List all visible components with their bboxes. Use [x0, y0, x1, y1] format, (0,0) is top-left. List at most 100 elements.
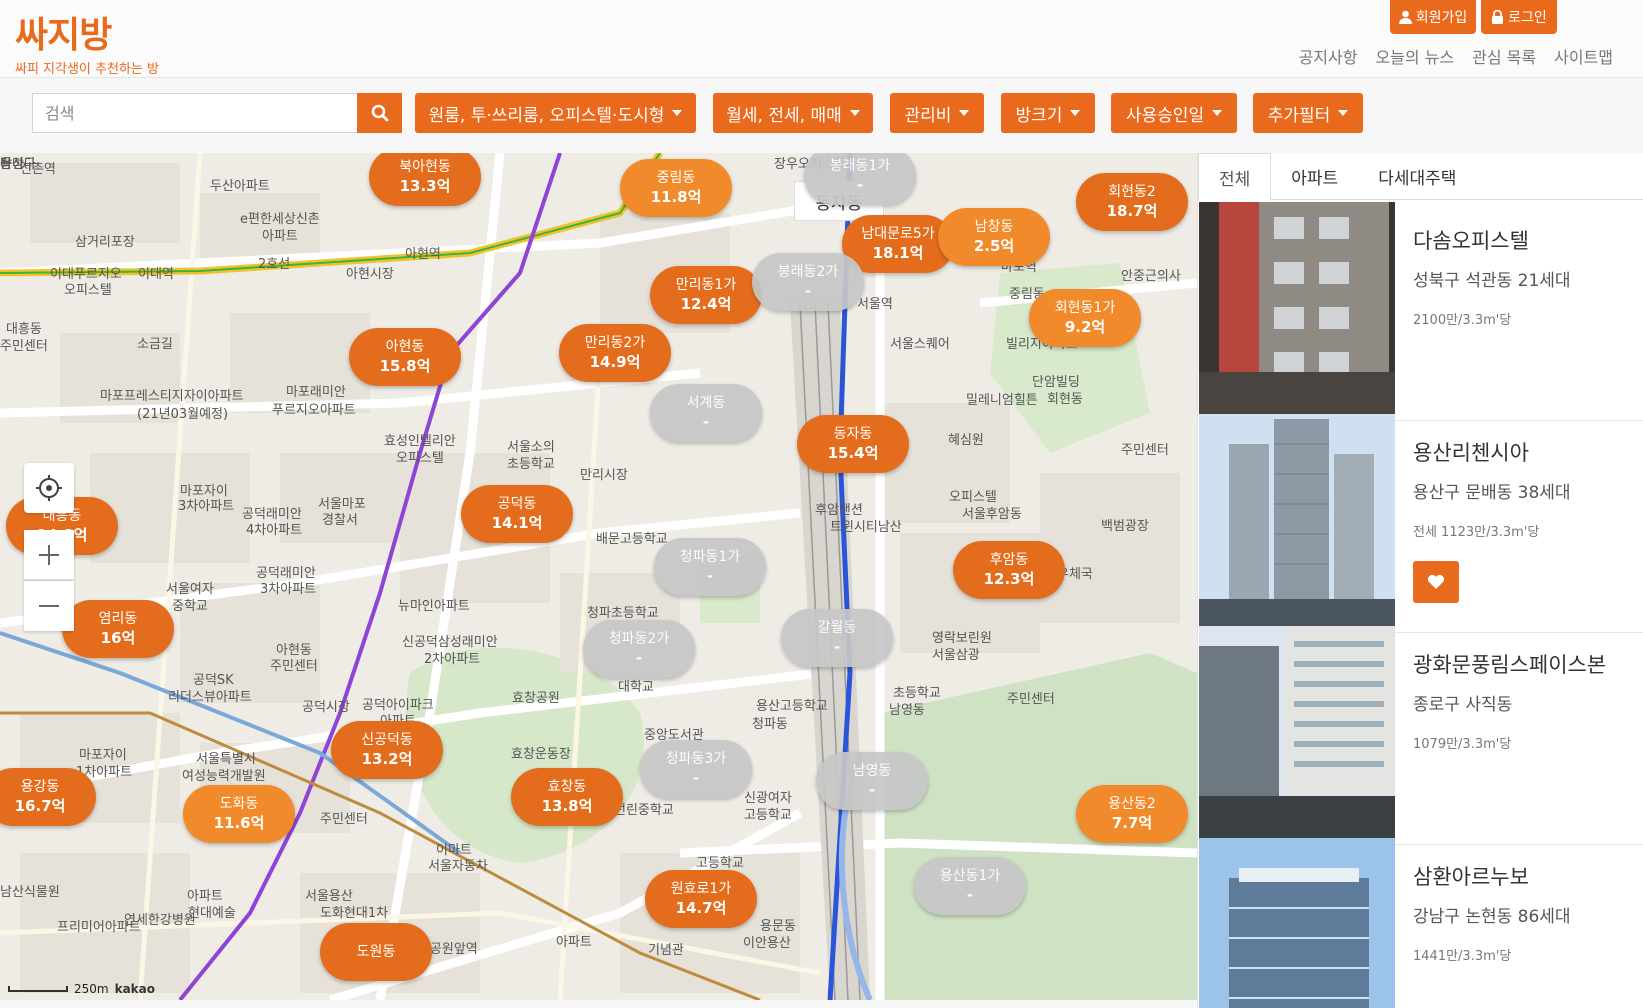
price-marker[interactable]: 중림동 11.8억: [620, 159, 732, 217]
price-marker[interactable]: 봉래동2가 -: [752, 253, 864, 311]
marker-district: 동자동: [833, 426, 873, 442]
map-place-label: 혜심원: [948, 433, 984, 448]
marker-district: 봉래동2가: [777, 264, 839, 280]
price-marker[interactable]: 만리동2가 14.9억: [559, 324, 671, 382]
price-marker[interactable]: 공덕동 14.1억: [461, 485, 573, 543]
search-icon: [371, 104, 388, 122]
locate-icon: [36, 475, 62, 501]
price-marker[interactable]: 신공덕동 13.2억: [331, 721, 443, 779]
price-marker[interactable]: 만리동1가 12.4억: [650, 266, 762, 324]
price-marker[interactable]: 원효로1가 14.7억: [645, 870, 757, 928]
map-place-label: 여성능력개발원: [182, 769, 266, 784]
price-marker[interactable]: 용강동 16.7억: [0, 768, 96, 826]
login-button[interactable]: 로그인: [1481, 0, 1557, 34]
listing-price: 1079만/3.3m'당: [1413, 737, 1512, 752]
price-marker[interactable]: 북아현동 13.3억: [369, 153, 481, 206]
map-place-label: 3차아파트: [260, 582, 317, 597]
price-marker[interactable]: 청파동1가 -: [654, 538, 766, 596]
price-marker[interactable]: 회현동1가 9.2억: [1029, 289, 1141, 347]
price-marker[interactable]: 용산동2 7.7억: [1076, 785, 1188, 843]
price-marker[interactable]: 효창동 13.8억: [511, 768, 623, 826]
price-marker[interactable]: 갈월동 -: [781, 609, 893, 667]
marker-district: 북아현동: [399, 159, 451, 175]
map-place-label: 주민센터: [320, 812, 368, 827]
map-place-label: 오피스텔: [64, 283, 112, 298]
price-marker[interactable]: 염리동 16억: [62, 600, 174, 658]
approval-date-dropdown[interactable]: 사용승인일: [1111, 93, 1237, 133]
zoom-in-button[interactable]: [24, 530, 74, 580]
favorite-button[interactable]: [1413, 561, 1459, 603]
map-place-label: 아현시장: [346, 267, 394, 282]
listing-item[interactable]: 다솜오피스텔 성북구 석관동 21세대 2100만/3.3m'당: [1198, 201, 1643, 421]
marker-district: 후암동: [989, 552, 1029, 568]
nav-notice[interactable]: 공지사항: [1299, 44, 1358, 68]
map-place-label: 남산식물원: [0, 885, 60, 900]
caret-down-icon: [1338, 110, 1349, 116]
more-filters-dropdown[interactable]: 추가필터: [1253, 93, 1363, 133]
marker-price: 14.1억: [491, 514, 543, 532]
zoom-out-button[interactable]: [24, 581, 74, 631]
tab-apartment[interactable]: 아파트: [1271, 153, 1358, 199]
price-marker[interactable]: 도화동 11.6억: [183, 785, 295, 843]
deal-type-dropdown[interactable]: 월세, 전세, 매매: [713, 93, 873, 133]
listing-tabs: 전체 아파트 다세대주택: [1198, 153, 1643, 201]
search-input[interactable]: [32, 93, 357, 133]
marker-price: 13.3억: [399, 177, 451, 195]
map-view[interactable]: 신촌역 두산아파트 e편한세상신촌 아파트 삼거리포장 이대푸르지오 이대역 오피스텔 아현역 2…: [0, 153, 1197, 1000]
map-place-label: 소금길: [137, 337, 173, 352]
scale-label: 250m: [74, 982, 109, 996]
map-place-label: 2차아파트: [424, 652, 481, 667]
map-place-label: (21년03월예정): [137, 407, 229, 422]
price-marker[interactable]: 동자동 15.4억: [797, 415, 909, 473]
room-size-dropdown[interactable]: 방크기: [1001, 93, 1095, 133]
map-provider-logo: kakao: [114, 982, 155, 996]
listing-item[interactable]: 삼환아르누보 강남구 논현동 86세대 1441만/3.3m'당: [1198, 837, 1643, 1008]
map-place-label: 3차아파트: [178, 499, 235, 514]
map-place-label: 연세한강병원: [124, 913, 196, 928]
search-button[interactable]: [357, 93, 402, 133]
price-marker[interactable]: 아현동 15.8억: [349, 328, 461, 386]
room-type-dropdown[interactable]: 원룸, 투·쓰리룸, 오피스텔·도시형: [415, 93, 696, 133]
room-size-label: 방크기: [1015, 105, 1063, 126]
price-marker[interactable]: 남영동 -: [816, 752, 928, 810]
price-marker[interactable]: 남창동 2.5억: [938, 208, 1050, 266]
signup-button[interactable]: 회원가입: [1390, 0, 1476, 34]
marker-price: -: [706, 567, 714, 585]
price-marker[interactable]: 도원동: [320, 923, 432, 981]
marker-district: 중림동: [656, 170, 696, 186]
maintenance-dropdown[interactable]: 관리비: [890, 93, 984, 133]
signup-label: 회원가입: [1415, 10, 1468, 26]
tab-multi-family[interactable]: 다세대주택: [1358, 153, 1476, 199]
map-place-label: 서울후암동: [962, 507, 1022, 522]
tab-all[interactable]: 전체: [1198, 153, 1272, 201]
price-marker[interactable]: 용산동1가 -: [914, 857, 1026, 915]
filter-bar: 원룸, 투·쓰리룸, 오피스텔·도시형 월세, 전세, 매매 관리비 방크기 사…: [0, 78, 1643, 153]
locate-button[interactable]: [24, 463, 74, 513]
listing-location: 성북구 석관동 21세대: [1413, 271, 1571, 291]
map-place-label: 이대역: [138, 267, 174, 282]
price-marker[interactable]: 서계동 -: [650, 384, 762, 442]
site-logo[interactable]: 싸지방: [15, 6, 112, 58]
price-marker[interactable]: 청파동3가 -: [640, 740, 752, 798]
map-place-label: 백범광장: [1101, 519, 1149, 534]
map-place-label: 용산고등학교: [756, 699, 828, 714]
price-marker[interactable]: 청파동2가 -: [583, 620, 695, 678]
map-place-label: 마포프레스티지자이아파트: [100, 389, 244, 404]
nav-sitemap[interactable]: 사이트맵: [1554, 44, 1613, 68]
marker-price: -: [702, 413, 710, 431]
marker-price: 13.2억: [361, 750, 413, 768]
price-marker[interactable]: 회현동2 18.7억: [1076, 173, 1188, 231]
caret-down-icon: [1212, 110, 1223, 116]
marker-district: 만리동1가: [675, 277, 737, 293]
nav-news[interactable]: 오늘의 뉴스: [1375, 44, 1454, 68]
map-place-label: 주민센터: [0, 339, 48, 354]
listing-item[interactable]: 용산리첸시아 용산구 문배동 38세대 전세 1123만/3.3m'당: [1198, 413, 1643, 633]
listing-item[interactable]: 광화문풍림스페이스본 종로구 사직동 1079만/3.3m'당: [1198, 625, 1643, 845]
marker-district: 갈월동: [817, 620, 857, 636]
marker-district: 염리동: [98, 611, 138, 627]
lock-icon: [1492, 10, 1504, 24]
marker-price: 16억: [100, 629, 136, 647]
price-marker[interactable]: 봉래동1가 -: [804, 153, 916, 205]
price-marker[interactable]: 후암동 12.3억: [953, 541, 1065, 599]
nav-favorites[interactable]: 관심 목록: [1472, 44, 1536, 68]
